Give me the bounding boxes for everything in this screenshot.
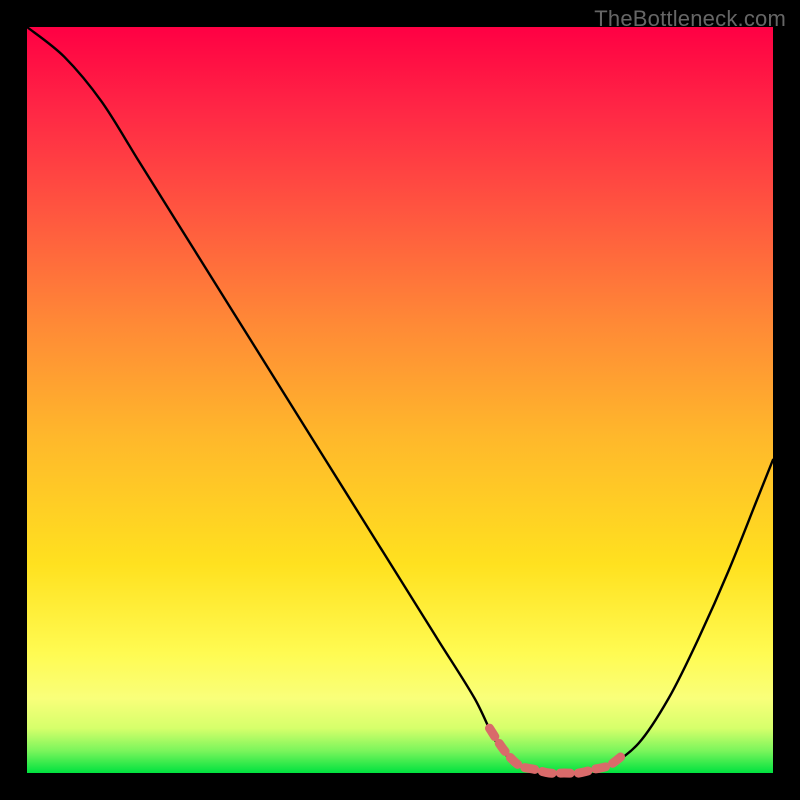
watermark: TheBottleneck.com (594, 6, 786, 32)
bottleneck-curve (27, 27, 773, 774)
optimal-range-highlight (490, 728, 624, 773)
bottleneck-curve-svg (27, 27, 773, 773)
chart-container: TheBottleneck.com (0, 0, 800, 800)
